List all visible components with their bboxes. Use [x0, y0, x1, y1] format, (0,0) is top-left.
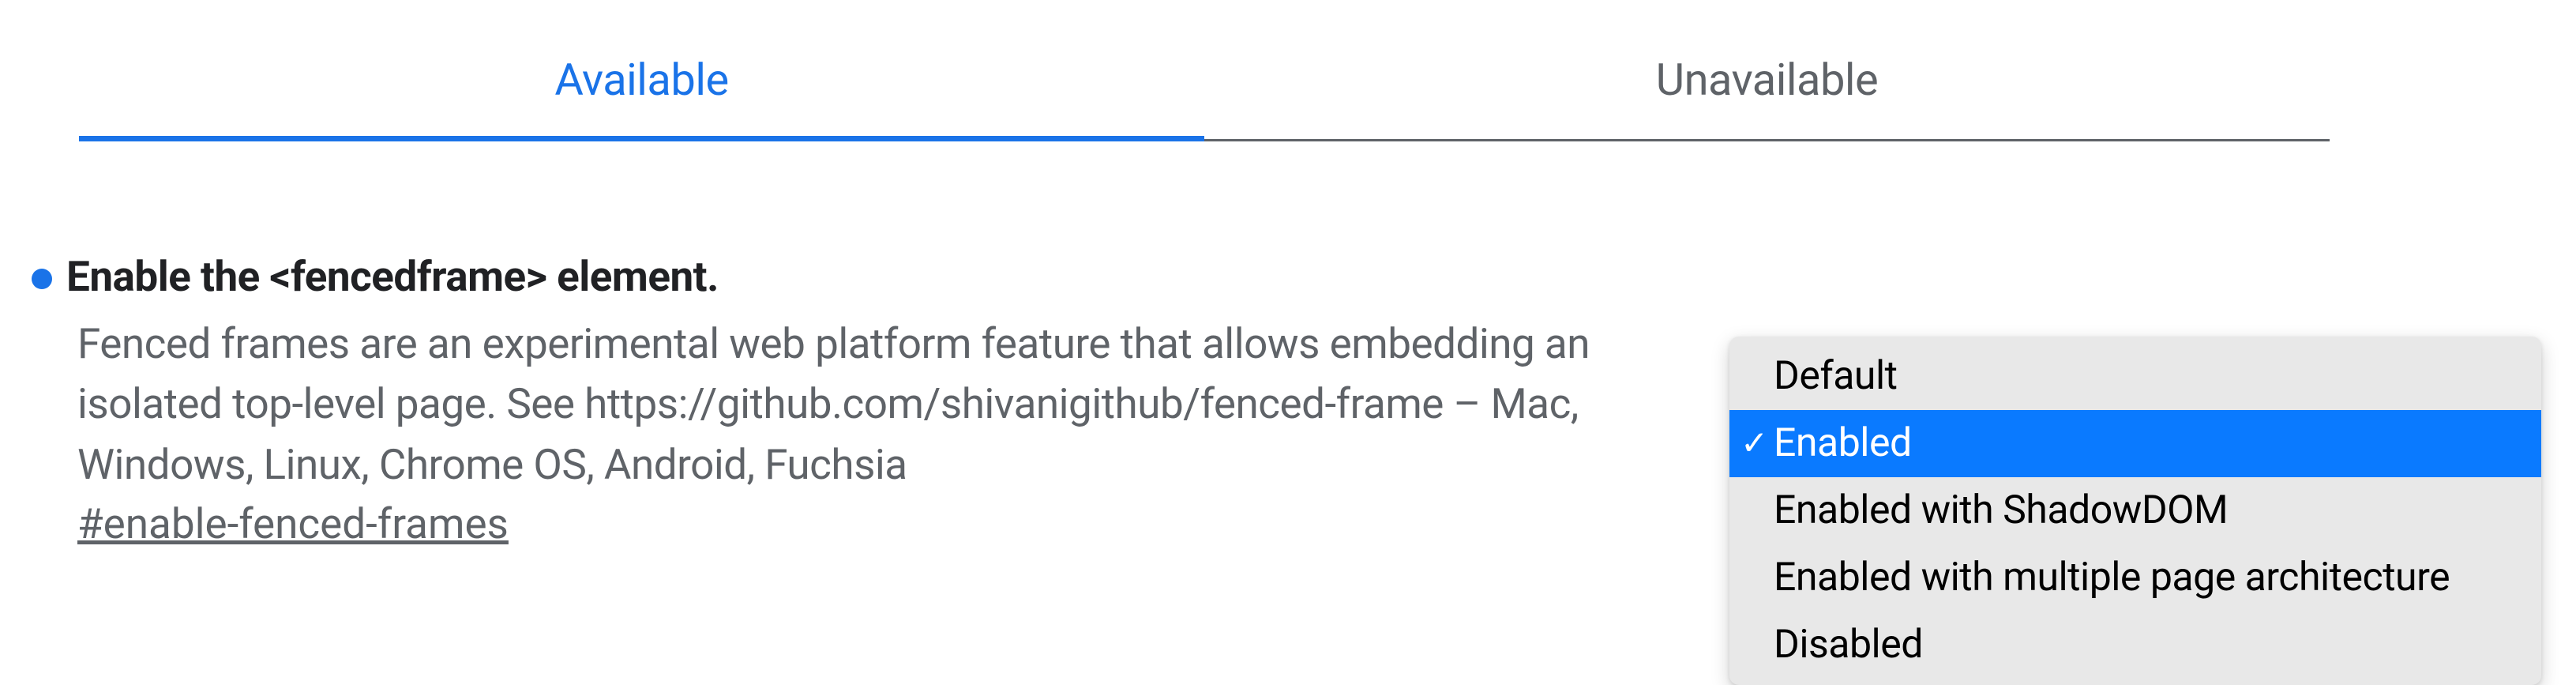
flag-description: Fenced frames are an experimental web pl…: [77, 314, 1690, 495]
tab-unavailable[interactable]: Unavailable: [1204, 32, 2330, 141]
checkmark-icon: ✓: [1740, 427, 1768, 461]
flag-hash-link[interactable]: #enable-fenced-frames: [77, 499, 509, 548]
flag-dropdown-menu[interactable]: Default ✓ Enabled Enabled with ShadowDOM…: [1729, 337, 2541, 685]
tab-available[interactable]: Available: [79, 32, 1204, 141]
dropdown-option-label: Enabled: [1774, 420, 1912, 466]
dropdown-option-multipage[interactable]: Enabled with multiple page architecture: [1729, 544, 2541, 612]
flag-title: Enable the <fencedframe> element.: [66, 252, 719, 301]
tabs: Available Unavailable: [79, 32, 2330, 141]
flag-content: Enable the <fencedframe> element. Fenced…: [32, 252, 1690, 548]
dropdown-option-disabled[interactable]: Disabled: [1729, 612, 2541, 679]
flag-title-row: Enable the <fencedframe> element.: [32, 252, 1690, 301]
dropdown-option-shadowdom[interactable]: Enabled with ShadowDOM: [1729, 477, 2541, 544]
dropdown-option-default[interactable]: Default: [1729, 343, 2541, 410]
dropdown-option-enabled[interactable]: ✓ Enabled: [1729, 410, 2541, 477]
modified-dot-icon: [32, 269, 52, 289]
